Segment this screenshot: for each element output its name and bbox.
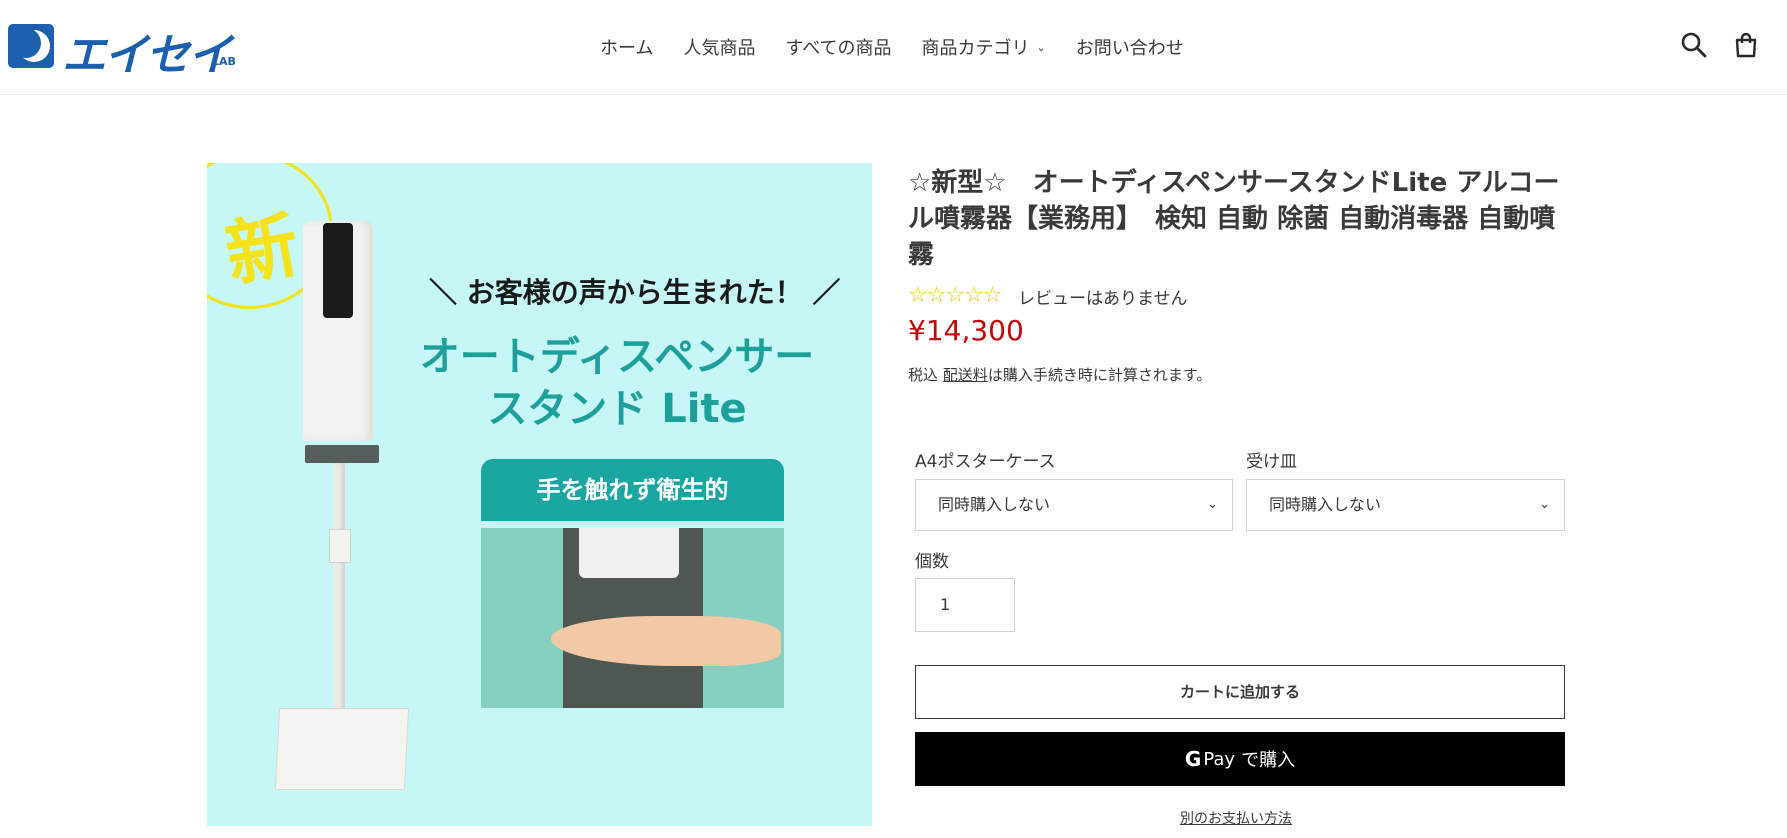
logo-text: エイセイ bbox=[62, 30, 232, 81]
tax-prefix: 税込 bbox=[908, 366, 939, 384]
nav-categories[interactable]: 商品カテゴリ ⌄ bbox=[922, 34, 1046, 60]
image-badge: 手を触れず衛生的 bbox=[481, 459, 784, 521]
other-payment-link[interactable]: 別のお支払い方法 bbox=[1180, 808, 1292, 828]
product-image[interactable]: 新 ＼ お客様の声から生まれた！ ／ オートディスペンサー スタンド Lite … bbox=[207, 163, 872, 826]
shipping-link[interactable]: 配送料 bbox=[943, 366, 988, 384]
site-header: エイセイ LAB ホーム 人気商品 すべての商品 商品カテゴリ ⌄ お問い合わせ bbox=[0, 0, 1787, 95]
site-logo[interactable]: エイセイ LAB bbox=[8, 22, 248, 81]
option2-value: 同時購入しない bbox=[1269, 495, 1382, 514]
product-title: ☆新型☆ オートディスペンサースタンドLite アルコール噴霧器【業務用】 検知… bbox=[908, 168, 1560, 270]
qty-label: 個数 bbox=[915, 552, 949, 572]
image-headline-line2: スタンド Lite bbox=[487, 386, 747, 432]
cart-icon[interactable] bbox=[1732, 31, 1760, 59]
stand-joint bbox=[329, 529, 351, 563]
nav-home[interactable]: ホーム bbox=[600, 34, 653, 60]
stand-base bbox=[274, 708, 410, 790]
gpay-suffix: で購入 bbox=[1241, 750, 1296, 771]
tax-note: 税込 配送料は購入手続き時に計算されます。 bbox=[908, 364, 1211, 385]
google-pay-button[interactable]: G Pay で購入 bbox=[915, 732, 1565, 786]
inset-dispenser bbox=[579, 528, 679, 578]
chevron-down-icon: ⌄ bbox=[1539, 497, 1550, 512]
nav-contact[interactable]: お問い合わせ bbox=[1076, 34, 1184, 60]
quantity-input[interactable]: 1 bbox=[915, 578, 1015, 632]
nav-all-products-label: すべての商品 bbox=[785, 38, 892, 59]
nav-all-products[interactable]: すべての商品 bbox=[785, 34, 891, 60]
nav-contact-label: お問い合わせ bbox=[1075, 38, 1184, 59]
logo-sub: LAB bbox=[212, 55, 236, 68]
nav-home-label: ホーム bbox=[600, 38, 654, 59]
google-g-icon: G bbox=[1184, 747, 1202, 771]
tax-suffix: は購入手続き時に計算されます。 bbox=[987, 366, 1212, 384]
option2-select[interactable]: 同時購入しない ⌄ bbox=[1246, 479, 1565, 531]
dispenser-window bbox=[323, 223, 353, 318]
image-headline: オートディスペンサー スタンド Lite bbox=[417, 331, 817, 435]
option2-label: 受け皿 bbox=[1246, 452, 1297, 472]
nav-popular[interactable]: 人気商品 bbox=[683, 34, 755, 60]
add-to-cart-button[interactable]: カートに追加する bbox=[915, 665, 1565, 719]
logo-mark-icon bbox=[8, 24, 54, 68]
search-icon[interactable] bbox=[1680, 31, 1708, 59]
gpay-pay-label: Pay bbox=[1203, 748, 1236, 770]
main-nav: ホーム 人気商品 すべての商品 商品カテゴリ ⌄ お問い合わせ bbox=[600, 34, 1214, 60]
dispenser-tray bbox=[305, 445, 379, 463]
option1-select[interactable]: 同時購入しない ⌄ bbox=[915, 479, 1233, 531]
image-headline-line1: オートディスペンサー bbox=[419, 334, 815, 380]
nav-popular-label: 人気商品 bbox=[683, 38, 756, 59]
nav-categories-label: 商品カテゴリ bbox=[921, 38, 1030, 59]
option1-label: A4ポスターケース bbox=[915, 452, 1056, 472]
chevron-down-icon: ⌄ bbox=[1207, 497, 1218, 512]
product-price: ¥14,300 bbox=[908, 314, 1024, 347]
rating-stars-icon: ☆☆☆☆☆ bbox=[908, 283, 1003, 308]
chevron-down-icon: ⌄ bbox=[1036, 40, 1046, 54]
review-text: レビューはありません bbox=[1018, 289, 1188, 309]
option1-value: 同時購入しない bbox=[938, 495, 1051, 514]
inset-photo bbox=[481, 528, 784, 708]
image-tagline: ＼ お客様の声から生まれた！ ／ bbox=[429, 276, 841, 309]
